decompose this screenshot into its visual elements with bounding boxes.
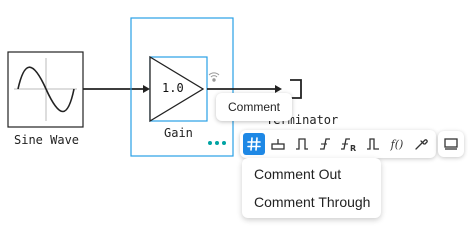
dot-icon <box>222 141 226 145</box>
menu-item-comment-out[interactable]: Comment Out <box>254 163 341 185</box>
function-button[interactable]: f() <box>386 133 408 155</box>
eyedropper-button[interactable] <box>410 133 432 155</box>
signal-broadcast-icon <box>208 72 220 82</box>
display-button[interactable] <box>438 131 464 157</box>
arrow-head-2 <box>275 85 282 93</box>
dot-icon <box>215 141 219 145</box>
arrow-head-1 <box>143 85 150 93</box>
terminator-block[interactable] <box>290 79 302 99</box>
function-icon: f() <box>390 137 404 151</box>
pulse-button[interactable] <box>291 133 313 155</box>
pulse-icon <box>296 138 308 150</box>
port-button[interactable] <box>267 133 289 155</box>
port-down-icon <box>271 139 285 150</box>
step-r-button[interactable]: R <box>338 133 360 155</box>
comment-tooltip: Comment <box>216 93 292 121</box>
comment-button[interactable] <box>243 133 265 155</box>
block-toolbar: R f() <box>240 130 436 158</box>
more-options-button[interactable] <box>208 139 226 147</box>
sine-wave-label: Sine Wave <box>14 133 80 147</box>
eyedropper-icon <box>415 139 428 150</box>
menu-item-comment-through[interactable]: Comment Through <box>254 191 370 213</box>
pulse-wave-icon <box>367 138 379 150</box>
sine-wave-block[interactable] <box>7 51 84 128</box>
display-icon <box>444 138 458 150</box>
step-rising-r-icon: R <box>341 138 356 152</box>
step-button[interactable] <box>314 133 336 155</box>
gain-value: 1.0 <box>162 81 184 95</box>
svg-text:R: R <box>350 144 356 152</box>
gain-label: Gain <box>164 126 193 140</box>
comment-hash-icon <box>247 137 261 151</box>
dot-icon <box>208 141 212 145</box>
pulse-wave-button[interactable] <box>362 133 384 155</box>
comment-menu: Comment Out Comment Through <box>242 158 381 218</box>
step-rising-icon <box>320 138 330 150</box>
